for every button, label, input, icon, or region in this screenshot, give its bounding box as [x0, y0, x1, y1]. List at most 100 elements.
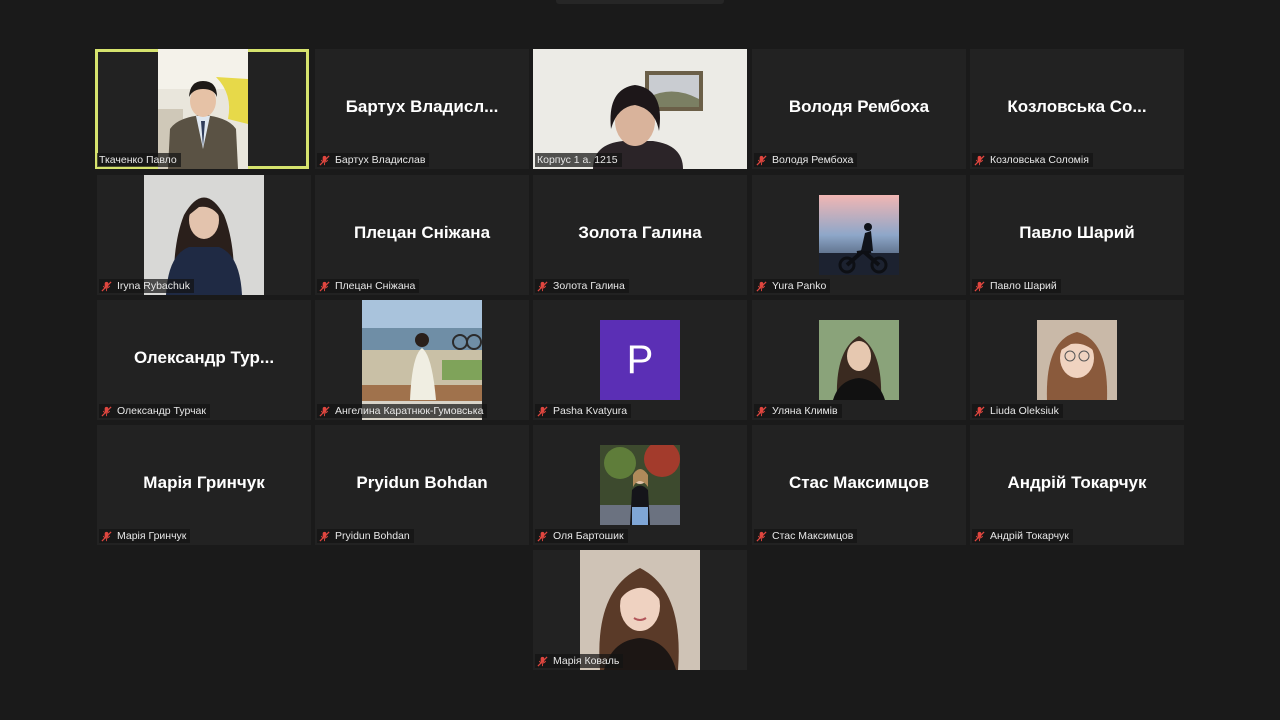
- microphone-muted-icon: [974, 154, 985, 166]
- participant-label-text: Уляна Климів: [772, 405, 838, 417]
- participant-name-label: Стас Максимцов: [754, 529, 858, 543]
- participant-label-text: Олександр Турчак: [117, 405, 206, 417]
- participant-avatar-photo: [144, 175, 264, 295]
- participant-tile[interactable]: Yura Panko: [752, 175, 966, 295]
- participant-label-text: Корпус 1 а. 1215: [537, 154, 618, 166]
- microphone-muted-icon: [319, 154, 330, 166]
- microphone-muted-icon: [974, 280, 985, 292]
- participant-label-text: Андрій Токарчук: [990, 530, 1069, 542]
- participant-label-text: Золота Галина: [553, 280, 625, 292]
- participant-tile[interactable]: Оля Бартошик: [533, 425, 747, 545]
- participant-avatar-photo: [580, 550, 700, 670]
- participant-name-label: Ангелина Каратнюк-Гумовська: [317, 404, 488, 418]
- participant-avatar-photo: [362, 300, 482, 420]
- participant-label-text: Yura Panko: [772, 280, 827, 292]
- participant-name-label: Андрій Токарчук: [972, 529, 1073, 543]
- participant-tile[interactable]: Ткаченко Павло: [95, 49, 309, 169]
- participant-label-text: Ткаченко Павло: [99, 154, 177, 166]
- participant-label-text: Pasha Kvatyura: [553, 405, 628, 417]
- participant-display-name: Володя Рембоха: [788, 97, 930, 116]
- participant-video: [533, 49, 747, 169]
- microphone-muted-icon: [537, 280, 548, 292]
- participant-name-label: Плецан Сніжана: [317, 279, 420, 293]
- participant-name-label: Олександр Турчак: [99, 404, 210, 418]
- participant-display-name: Павло Шарий: [1019, 223, 1135, 242]
- participant-label-text: Марія Коваль: [553, 655, 620, 667]
- participant-tile[interactable]: Плецан Сніжана Плецан Сніжана: [315, 175, 529, 295]
- participant-label-text: Iryna Rybachuk: [117, 280, 190, 292]
- participant-label-text: Ангелина Каратнюк-Гумовська: [335, 405, 484, 417]
- participant-tile[interactable]: Володя Рембоха Володя Рембоха: [752, 49, 966, 169]
- participant-name-label: Pryidun Bohdan: [317, 529, 414, 543]
- participant-name-label: Оля Бартошик: [535, 529, 628, 543]
- participant-tile[interactable]: Pryidun Bohdan Pryidun Bohdan: [315, 425, 529, 545]
- participant-display-name: Олександр Тур...: [133, 348, 275, 367]
- participant-name-label: Володя Рембоха: [754, 153, 858, 167]
- participant-tile[interactable]: Золота Галина Золота Галина: [533, 175, 747, 295]
- participant-tile[interactable]: Марія Коваль: [533, 550, 747, 670]
- microphone-muted-icon: [974, 405, 985, 417]
- participant-display-name: Золота Галина: [578, 223, 702, 242]
- participant-name-label: Марія Коваль: [535, 654, 624, 668]
- participant-tile[interactable]: Марія Гринчук Марія Гринчук: [97, 425, 311, 545]
- participant-avatar-photo: [1037, 320, 1117, 400]
- participant-tile[interactable]: Iryna Rybachuk: [97, 175, 311, 295]
- participant-name-label: Уляна Климів: [754, 404, 842, 418]
- participant-name-label: Pasha Kvatyura: [535, 404, 632, 418]
- participant-tile[interactable]: Андрій Токарчук Андрій Токарчук: [970, 425, 1184, 545]
- participant-label-text: Марія Гринчук: [117, 530, 187, 542]
- participant-name-label: Павло Шарий: [972, 279, 1061, 293]
- participant-tile[interactable]: Павло Шарий Павло Шарий: [970, 175, 1184, 295]
- participant-label-text: Павло Шарий: [990, 280, 1057, 292]
- microphone-muted-icon: [319, 405, 330, 417]
- microphone-muted-icon: [756, 280, 767, 292]
- participant-label-text: Pryidun Bohdan: [335, 530, 410, 542]
- participant-label-text: Плецан Сніжана: [335, 280, 416, 292]
- participant-tile[interactable]: Уляна Климів: [752, 300, 966, 420]
- microphone-muted-icon: [319, 530, 330, 542]
- participant-initial-avatar: P: [600, 320, 680, 400]
- participant-display-name: Андрій Токарчук: [1007, 473, 1147, 492]
- participant-label-text: Бартух Владислав: [335, 154, 426, 166]
- participant-tile[interactable]: Козловська Со... Козловська Соломія: [970, 49, 1184, 169]
- microphone-muted-icon: [756, 154, 767, 166]
- video-gallery: Ткаченко Павло Бартух Владисл... Бартух …: [0, 0, 1280, 720]
- microphone-muted-icon: [537, 530, 548, 542]
- microphone-muted-icon: [756, 530, 767, 542]
- microphone-muted-icon: [101, 280, 112, 292]
- participant-name-label: Iryna Rybachuk: [99, 279, 194, 293]
- participant-tile[interactable]: Liuda Oleksiuk: [970, 300, 1184, 420]
- participant-label-text: Liuda Oleksiuk: [990, 405, 1059, 417]
- participant-name-label: Liuda Oleksiuk: [972, 404, 1063, 418]
- microphone-muted-icon: [537, 655, 548, 667]
- microphone-muted-icon: [101, 530, 112, 542]
- microphone-muted-icon: [974, 530, 985, 542]
- participant-display-name: Стас Максимцов: [788, 473, 930, 492]
- participant-avatar-photo: [819, 320, 899, 400]
- participant-name-label: Марія Гринчук: [99, 529, 191, 543]
- participant-display-name: Марія Гринчук: [143, 473, 265, 492]
- participant-label-text: Козловська Соломія: [990, 154, 1089, 166]
- participant-name-label: Козловська Соломія: [972, 153, 1093, 167]
- participant-tile[interactable]: Бартух Владисл... Бартух Владислав: [315, 49, 529, 169]
- microphone-muted-icon: [101, 405, 112, 417]
- microphone-muted-icon: [756, 405, 767, 417]
- participant-display-name: Бартух Владисл...: [345, 97, 499, 116]
- participant-display-name: Плецан Сніжана: [353, 223, 491, 242]
- microphone-muted-icon: [319, 280, 330, 292]
- participant-video: [158, 49, 248, 169]
- participant-avatar-photo: [819, 195, 899, 275]
- participant-label-text: Стас Максимцов: [772, 530, 854, 542]
- participant-display-name: Козловська Со...: [1007, 97, 1147, 116]
- participant-label-text: Володя Рембоха: [772, 154, 854, 166]
- participant-tile[interactable]: Корпус 1 а. 1215: [533, 49, 747, 169]
- microphone-muted-icon: [537, 405, 548, 417]
- participant-tile[interactable]: Олександр Тур... Олександр Турчак: [97, 300, 311, 420]
- participant-avatar-photo: [600, 445, 680, 525]
- participant-tile[interactable]: Ангелина Каратнюк-Гумовська: [315, 300, 529, 420]
- participant-name-label: Золота Галина: [535, 279, 629, 293]
- participant-name-label: Корпус 1 а. 1215: [535, 153, 622, 167]
- participant-name-label: Бартух Владислав: [317, 153, 430, 167]
- participant-tile[interactable]: P Pasha Kvatyura: [533, 300, 747, 420]
- participant-tile[interactable]: Стас Максимцов Стас Максимцов: [752, 425, 966, 545]
